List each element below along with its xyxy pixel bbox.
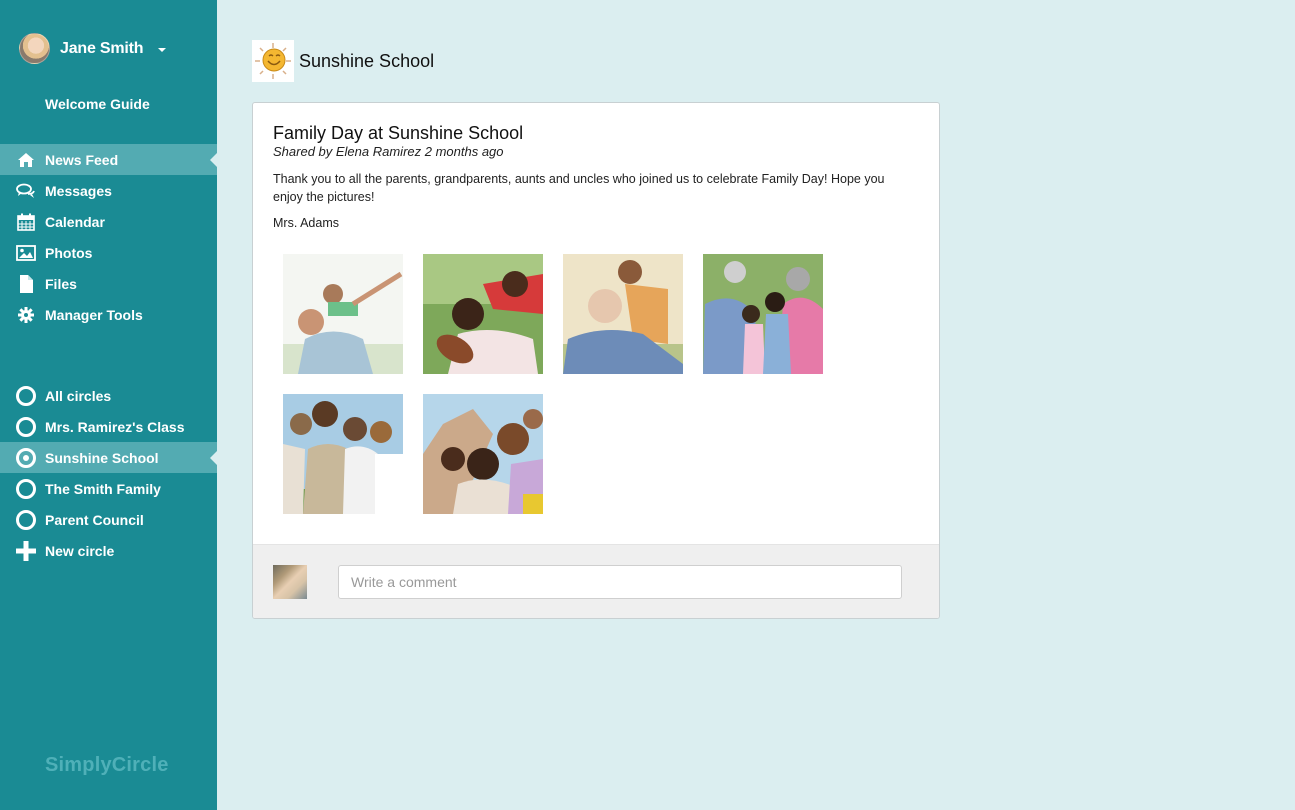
circle-icon [16,509,36,530]
nav-item-messages[interactable]: Messages [0,175,217,206]
photo-thumbnail[interactable] [283,254,403,374]
nav-item-manager-tools[interactable]: Manager Tools [0,299,217,330]
file-icon [16,274,36,294]
calendar-icon [16,212,36,232]
welcome-guide-link[interactable]: Welcome Guide [45,96,150,112]
circle-icon [16,478,36,499]
new-circle-label: New circle [45,542,115,559]
nav-item-news-feed[interactable]: News Feed [0,144,217,175]
nav-label: Photos [45,244,93,261]
nav-item-photos[interactable]: Photos [0,237,217,268]
nav-label: News Feed [45,151,119,168]
nav-label: Manager Tools [45,306,143,323]
nav-item-calendar[interactable]: Calendar [0,206,217,237]
caret-down-icon [158,47,167,52]
group-title: Sunshine School [299,50,435,71]
sidebar: Jane Smith Welcome Guide News Feed Messa… [0,0,217,810]
photo-grid [283,254,843,514]
user-avatar [19,33,50,64]
circle-label: Parent Council [45,511,144,528]
user-menu[interactable]: Jane Smith [19,33,167,64]
circle-item-parent-council[interactable]: Parent Council [0,504,217,535]
comment-input[interactable] [338,565,902,599]
group-header: Sunshine School [252,40,434,82]
nav-item-files[interactable]: Files [0,268,217,299]
circle-label: The Smith Family [45,480,161,497]
plus-icon [16,540,36,561]
post-meta: Shared by Elena Ramirez 2 months ago [273,144,504,159]
home-icon [16,150,36,170]
circle-label: All circles [45,387,112,404]
circle-icon [16,416,36,437]
gear-icon [16,305,36,325]
circle-item-all-circles[interactable]: All circles [0,380,217,411]
post-card: Family Day at Sunshine School Shared by … [252,102,940,619]
photo-thumbnail[interactable] [423,394,543,514]
post-body: Thank you to all the parents, grandparen… [273,172,885,204]
main-nav: News Feed Messages Calendar Photos Files [0,144,217,330]
circle-item-mrs-ramirez-class[interactable]: Mrs. Ramirez's Class [0,411,217,442]
nav-label: Calendar [45,213,105,230]
brand-logo: SimplyCircle [45,754,169,776]
photo-thumbnail[interactable] [423,254,543,374]
chat-bubbles-icon [16,181,36,201]
user-avatar [273,565,307,599]
sun-icon [252,40,294,82]
photo-thumbnail[interactable] [283,394,403,514]
new-circle-button[interactable]: New circle [0,535,217,566]
post-title: Family Day at Sunshine School [273,123,524,143]
user-name: Jane Smith [60,39,144,57]
circle-selected-icon [16,447,36,468]
photo-thumbnail[interactable] [703,254,823,374]
circle-item-sunshine-school[interactable]: Sunshine School [0,442,217,473]
comment-bar [253,544,939,618]
nav-label: Files [45,275,77,292]
circle-icon [16,385,36,406]
circle-label: Sunshine School [45,449,159,466]
photo-thumbnail[interactable] [563,254,683,374]
nav-label: Messages [45,182,112,199]
circles-nav: All circles Mrs. Ramirez's Class Sunshin… [0,380,217,566]
circle-item-the-smith-family[interactable]: The Smith Family [0,473,217,504]
image-icon [16,243,36,263]
post-signature: Mrs. Adams [273,216,339,230]
circle-label: Mrs. Ramirez's Class [45,418,185,435]
